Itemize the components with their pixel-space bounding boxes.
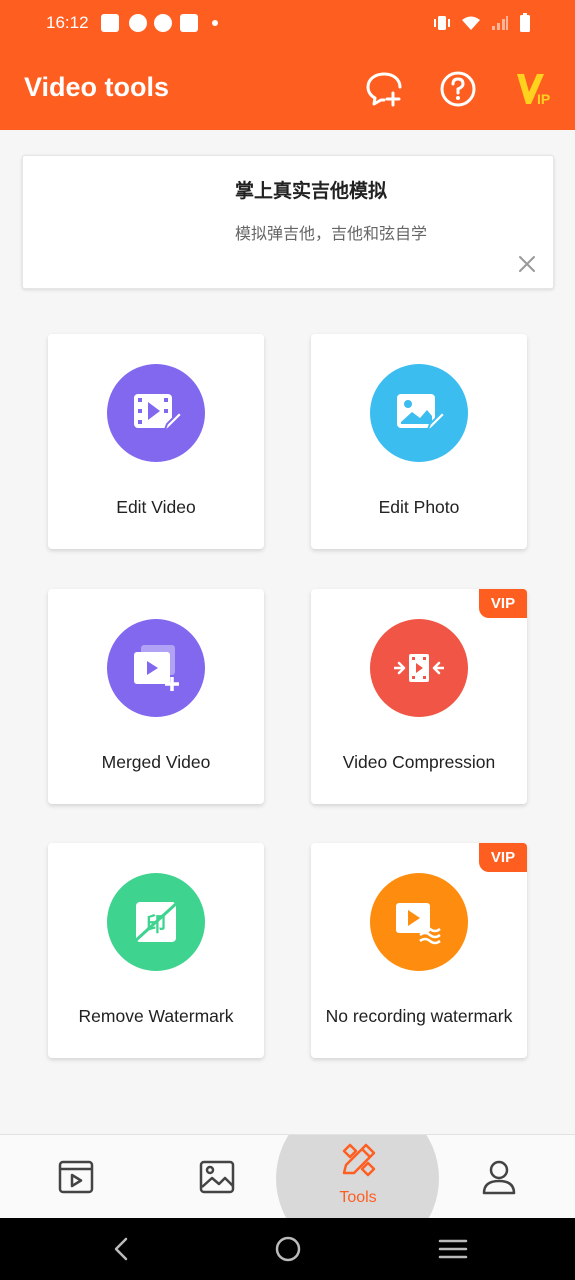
bottom-nav: Tools — [0, 1134, 575, 1218]
system-nav-bar — [0, 1218, 575, 1280]
tool-card-edit-photo[interactable]: Edit Photo — [311, 334, 527, 549]
status-time: 16:12 — [46, 13, 89, 32]
nav-item-tools[interactable]: Tools — [308, 1135, 408, 1218]
vip-icon-text: IP — [537, 91, 550, 107]
vibrate-icon — [434, 16, 450, 30]
back-icon[interactable] — [106, 1234, 136, 1264]
home-icon[interactable] — [273, 1234, 303, 1264]
recents-icon[interactable] — [438, 1234, 468, 1264]
person-icon — [482, 1160, 516, 1195]
video-list-icon — [58, 1160, 94, 1194]
tool-label: Merged Video — [101, 752, 211, 772]
vip-badge: VIP — [479, 589, 527, 618]
tool-label: Edit Photo — [378, 497, 460, 517]
close-icon[interactable] — [515, 252, 539, 276]
vip-icon[interactable]: IP — [515, 70, 553, 108]
dot-icon — [212, 20, 218, 26]
status-right-icons — [433, 12, 531, 34]
edit-photo-icon — [370, 364, 468, 462]
mail-icon — [101, 14, 119, 32]
merge-video-icon — [107, 619, 205, 717]
compress-video-icon — [370, 619, 468, 717]
tool-label: Edit Video — [116, 497, 196, 517]
vip-badge: VIP — [479, 843, 527, 872]
image-icon — [199, 1160, 235, 1194]
gauge-icon — [154, 14, 172, 32]
ad-subtitle: 模拟弹吉他，吉他和弦自学 — [235, 224, 428, 243]
app-bar: 16:12 Video tools IP — [0, 0, 575, 130]
tools-icon — [342, 1143, 376, 1177]
status-bar: 16:12 — [0, 0, 575, 46]
tool-label: No recording watermark — [325, 1006, 513, 1026]
tool-label: Remove Watermark — [78, 1006, 234, 1026]
tool-card-video-compression[interactable]: VIP Video Compression — [311, 589, 527, 804]
nav-item-photos[interactable] — [167, 1135, 267, 1218]
page-title: Video tools — [24, 72, 170, 102]
ad-title: 掌上真实吉他模拟 — [235, 180, 388, 202]
mail-icon — [180, 14, 198, 32]
tool-card-edit-video[interactable]: Edit Video — [48, 334, 264, 549]
tool-card-remove-watermark[interactable]: 印 Remove Watermark — [48, 843, 264, 1058]
nav-item-videos[interactable] — [26, 1135, 126, 1218]
add-chat-icon[interactable] — [365, 70, 403, 108]
wifi-icon — [462, 16, 480, 30]
ad-banner[interactable]: 掌上真实吉他模拟 模拟弹吉他，吉他和弦自学 — [22, 155, 554, 289]
nav-item-profile[interactable] — [449, 1135, 549, 1218]
signal-icon — [492, 16, 508, 30]
battery-icon — [520, 13, 530, 32]
tool-label: Video Compression — [342, 752, 496, 772]
remove-watermark-icon: 印 — [107, 873, 205, 971]
no-watermark-icon — [370, 873, 468, 971]
nav-label-tools: Tools — [339, 1189, 377, 1206]
tool-card-merged-video[interactable]: Merged Video — [48, 589, 264, 804]
edit-video-icon — [107, 364, 205, 462]
help-icon[interactable] — [439, 70, 477, 108]
tool-card-no-recording-watermark[interactable]: VIP No recording watermark — [311, 843, 527, 1058]
gauge-icon — [129, 14, 147, 32]
